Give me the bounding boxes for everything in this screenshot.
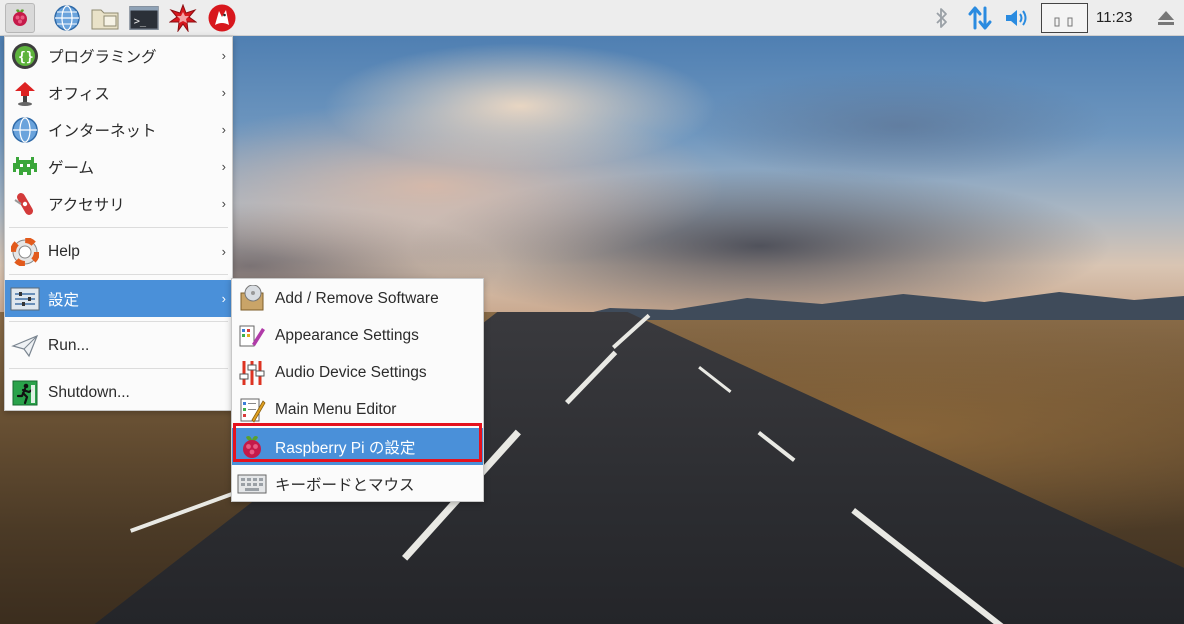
- wolfram-icon: [208, 4, 236, 32]
- eject-tray-button[interactable]: [1151, 3, 1181, 33]
- menu-item-programming[interactable]: {} プログラミング ›: [5, 37, 232, 74]
- menu-item-shutdown[interactable]: Shutdown...: [5, 374, 232, 411]
- main-menu: {} プログラミング › オフィス › インターネット › ゲーム › アクセサ…: [4, 36, 233, 411]
- web-browser-launcher[interactable]: [52, 3, 82, 33]
- submenu-item-audio-device-settings[interactable]: Audio Device Settings: [232, 354, 483, 391]
- svg-text:>_: >_: [134, 16, 147, 28]
- mathematica-icon: [169, 4, 197, 32]
- keyboard-mouse-icon: [237, 469, 267, 499]
- menu-item-label: プログラミング: [48, 48, 157, 66]
- menu-item-label: アクセサリ: [48, 196, 125, 214]
- network-tray-button[interactable]: [965, 3, 995, 33]
- help-icon: [10, 237, 40, 267]
- raspberry-icon: [13, 9, 27, 26]
- submenu-item-label: Audio Device Settings: [275, 363, 427, 381]
- preferences-submenu: Add / Remove Software Appearance Setting…: [231, 278, 484, 502]
- submenu-arrow-icon: ›: [221, 122, 226, 137]
- raspberry-menu-button[interactable]: [5, 3, 35, 33]
- add-remove-software-icon: [237, 284, 267, 314]
- submenu-arrow-icon: ›: [221, 85, 226, 100]
- submenu-arrow-icon: ›: [221, 291, 226, 306]
- eject-icon: [1158, 11, 1174, 25]
- terminal-icon: >_: [129, 6, 159, 30]
- menu-item-label: 設定: [48, 291, 80, 309]
- submenu-item-label: Add / Remove Software: [275, 289, 439, 307]
- globe-icon: [54, 5, 80, 31]
- wolfram-launcher[interactable]: [207, 3, 237, 33]
- network-arrows-icon: [968, 6, 992, 30]
- menu-item-preferences[interactable]: 設定 ›: [5, 280, 232, 317]
- menu-item-office[interactable]: オフィス ›: [5, 74, 232, 111]
- internet-icon: [10, 115, 40, 145]
- volume-icon: [1006, 10, 1027, 26]
- menu-item-label: Help: [48, 242, 80, 260]
- menu-separator: [9, 368, 228, 369]
- volume-tray-button[interactable]: [1002, 3, 1032, 33]
- menu-separator: [9, 227, 228, 228]
- menu-separator: [9, 321, 228, 322]
- menu-item-label: Shutdown...: [48, 383, 130, 401]
- menu-item-label: ゲーム: [48, 159, 95, 177]
- menu-item-accessories[interactable]: アクセサリ ›: [5, 185, 232, 222]
- menu-item-label: Run...: [48, 336, 90, 354]
- submenu-arrow-icon: ›: [221, 159, 226, 174]
- games-icon: [10, 152, 40, 182]
- office-icon: [10, 78, 40, 108]
- top-panel: >_ 11:23: [0, 0, 1184, 36]
- programming-icon: {}: [10, 41, 40, 71]
- preferences-icon: [10, 284, 40, 314]
- submenu-arrow-icon: ›: [221, 196, 226, 211]
- menu-separator: [9, 274, 228, 275]
- svg-text:{}: {}: [18, 50, 34, 65]
- folder-icon: [91, 9, 119, 30]
- mathematica-launcher[interactable]: [168, 3, 198, 33]
- run-icon: [10, 331, 40, 361]
- cpu-monitor-widget[interactable]: [1041, 3, 1088, 33]
- menu-item-run[interactable]: Run...: [5, 327, 232, 364]
- bluetooth-tray-button[interactable]: [927, 3, 957, 33]
- menu-item-help[interactable]: Help ›: [5, 233, 232, 270]
- panel-clock[interactable]: 11:23: [1096, 0, 1132, 36]
- menu-item-label: オフィス: [48, 85, 110, 103]
- shutdown-icon: [10, 378, 40, 408]
- submenu-item-label: Appearance Settings: [275, 326, 419, 344]
- file-manager-launcher[interactable]: [90, 3, 120, 33]
- submenu-item-label: Main Menu Editor: [275, 400, 397, 418]
- menu-item-games[interactable]: ゲーム ›: [5, 148, 232, 185]
- submenu-item-keyboard-mouse[interactable]: キーボードとマウス: [232, 465, 483, 502]
- appearance-settings-icon: [237, 321, 267, 351]
- main-menu-editor-icon: [237, 395, 267, 425]
- submenu-item-label: キーボードとマウス: [275, 476, 415, 494]
- menu-item-label: インターネット: [48, 122, 157, 140]
- audio-device-settings-icon: [237, 358, 267, 388]
- submenu-arrow-icon: ›: [221, 244, 226, 259]
- submenu-item-add-remove-software[interactable]: Add / Remove Software: [232, 280, 483, 317]
- accessories-icon: [10, 189, 40, 219]
- cpu-monitor-icon: [1054, 17, 1073, 27]
- terminal-launcher[interactable]: >_: [129, 3, 159, 33]
- bluetooth-icon: [936, 8, 947, 28]
- submenu-item-appearance-settings[interactable]: Appearance Settings: [232, 317, 483, 354]
- menu-item-internet[interactable]: インターネット ›: [5, 111, 232, 148]
- submenu-arrow-icon: ›: [221, 48, 226, 63]
- annotation-highlight-box: [233, 423, 482, 462]
